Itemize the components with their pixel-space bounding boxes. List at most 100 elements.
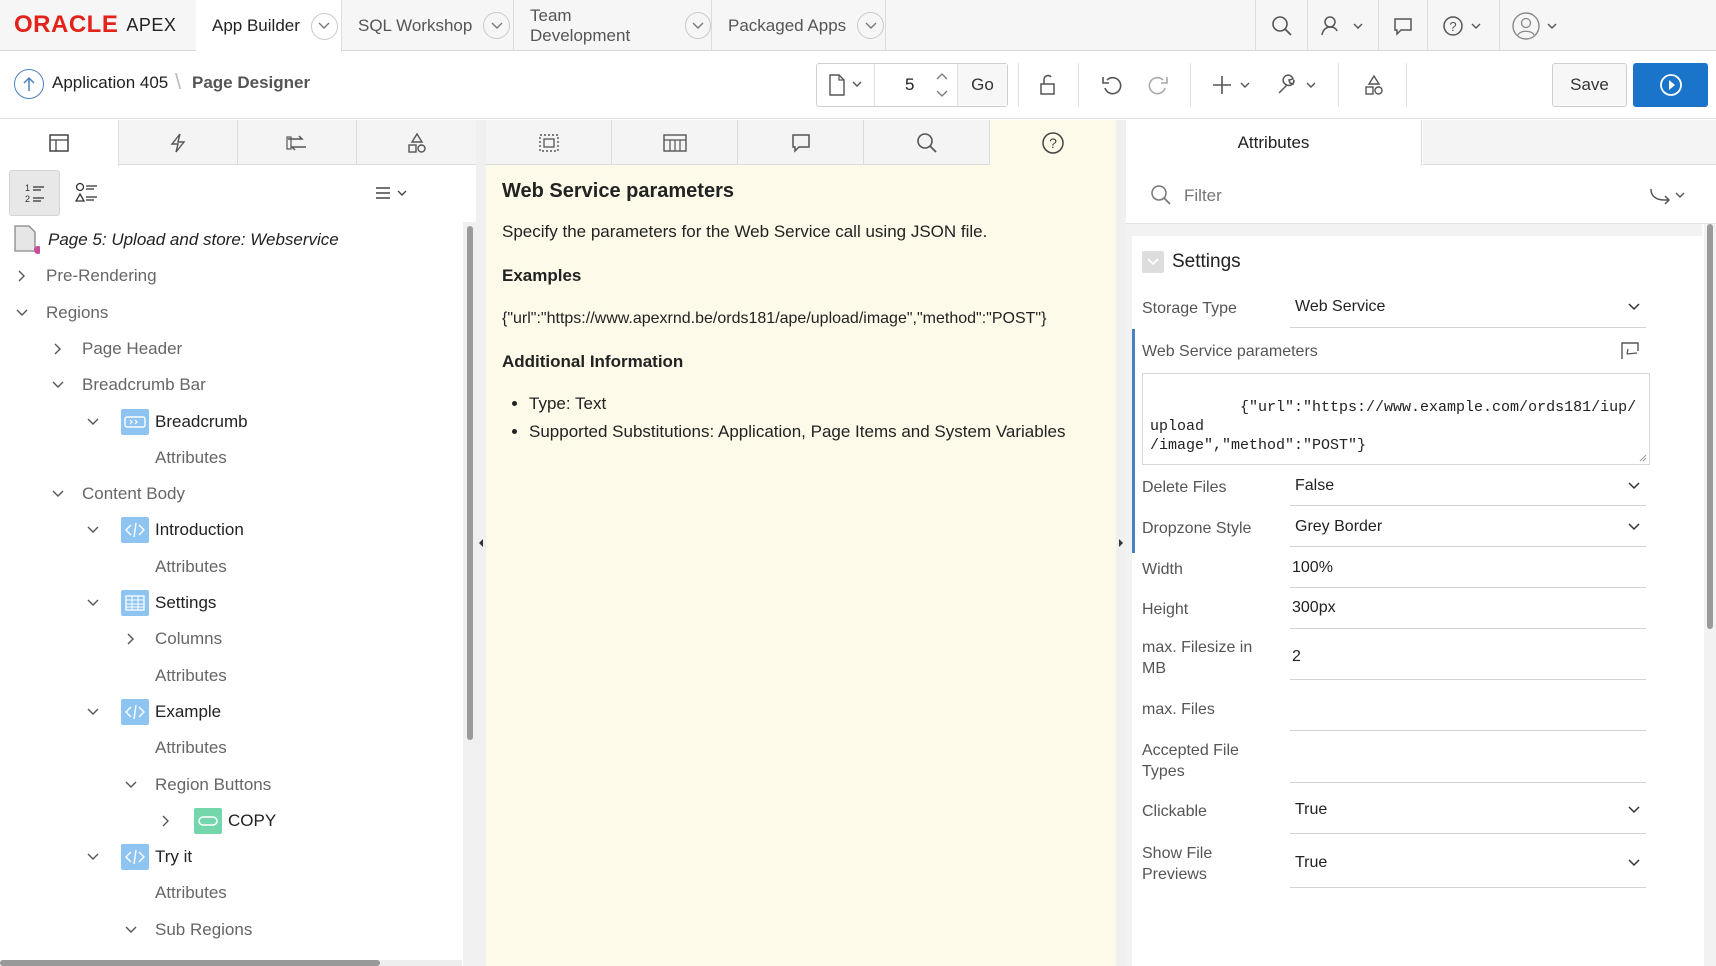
prop-height: Height 300px (1132, 588, 1702, 629)
tree-node[interactable]: Region Buttons (0, 767, 462, 803)
tree-node[interactable]: Sub Regions (0, 912, 462, 948)
chevron-down-icon[interactable] (857, 12, 885, 39)
expand-editor-icon[interactable] (1620, 341, 1640, 361)
prop-label: Accepted File Types (1142, 742, 1239, 780)
max-files-input[interactable] (1290, 680, 1646, 731)
tree-vertical-scrollbar[interactable] (463, 222, 476, 966)
view-component-button[interactable] (64, 170, 110, 216)
tab-processing[interactable] (238, 120, 357, 165)
chevron-right-icon[interactable] (158, 813, 174, 829)
nav-tab-packaged-apps[interactable]: Packaged Apps (712, 0, 886, 51)
nav-tab-app-builder[interactable]: App Builder (196, 0, 342, 52)
lock-icon[interactable] (1028, 63, 1068, 107)
chevron-down-icon[interactable] (310, 12, 338, 40)
chevron-down-icon[interactable] (85, 595, 101, 611)
view-tree-button[interactable]: 12 (9, 170, 60, 216)
tree-node[interactable]: Page Header (0, 331, 462, 367)
tree-node[interactable]: Introduction (0, 512, 462, 548)
tree-node[interactable]: Pre-Rendering (0, 258, 462, 294)
tree-node[interactable]: Example (0, 694, 462, 730)
page-number-input[interactable]: 5 (905, 75, 914, 95)
shared-components-icon[interactable] (1354, 63, 1394, 107)
chevron-down-icon[interactable] (123, 777, 139, 793)
chevron-down-icon[interactable] (85, 704, 101, 720)
settings-group: Settings Storage Type Web Service Web Se… (1132, 236, 1702, 966)
back-to-application-icon[interactable] (14, 69, 44, 99)
delete-files-select[interactable]: False (1290, 465, 1646, 506)
tree-node[interactable]: Attributes (0, 730, 462, 766)
tree-node[interactable]: Attributes (0, 658, 462, 694)
tree-node[interactable]: Settings (0, 585, 462, 621)
user-menu-icon[interactable] (1307, 0, 1378, 51)
tab-layout[interactable] (486, 120, 612, 165)
web-service-parameters-textarea[interactable]: {"url":"https://www.example.com/ords181/… (1142, 373, 1650, 465)
show-file-previews-select[interactable]: True (1290, 834, 1646, 888)
tree-menu-button[interactable] (368, 170, 418, 216)
tab-messages[interactable] (738, 120, 864, 165)
nav-tab-team-development[interactable]: Team Development (514, 0, 712, 51)
clickable-select[interactable]: True (1290, 783, 1646, 834)
max-filesize-input[interactable]: 2 (1290, 629, 1646, 680)
tree-node[interactable]: Attributes (0, 875, 462, 911)
utilities-wrench-icon[interactable] (1270, 63, 1326, 107)
left-splitter[interactable] (476, 120, 486, 966)
dropzone-style-select[interactable]: Grey Border (1290, 506, 1646, 547)
tree-node[interactable]: Regions (0, 295, 462, 331)
tab-attributes[interactable]: Attributes (1126, 120, 1422, 166)
page-menu-button[interactable] (817, 64, 875, 106)
chevron-down-icon[interactable] (50, 377, 66, 393)
chevron-down-icon[interactable] (85, 414, 101, 430)
tree-node[interactable]: Breadcrumb (0, 404, 462, 440)
chevron-down-icon[interactable] (483, 12, 511, 39)
search-icon[interactable] (1255, 0, 1307, 51)
tree-page-node[interactable]: Page 5: Upload and store: Webservice (0, 222, 462, 258)
tab-search[interactable] (864, 120, 990, 165)
chevron-down-icon[interactable] (50, 486, 66, 502)
oracle-apex-logo[interactable]: ORACLE APEX (14, 11, 176, 38)
tab-dynamic-actions[interactable] (119, 120, 238, 165)
resize-handle-icon[interactable] (1639, 454, 1647, 462)
right-splitter[interactable] (1116, 120, 1126, 966)
chevron-right-icon[interactable] (14, 268, 30, 284)
chevron-down-icon[interactable] (14, 305, 30, 321)
chevron-down-icon[interactable] (123, 922, 139, 938)
tree-node[interactable]: Columns (0, 621, 462, 657)
tab-rendering[interactable] (0, 120, 119, 166)
chevron-down-icon[interactable] (85, 522, 101, 538)
tree-horizontal-scrollbar[interactable] (0, 960, 462, 966)
tab-help[interactable]: ? (990, 120, 1116, 166)
create-menu-icon[interactable] (1206, 63, 1260, 107)
redo-icon[interactable] (1138, 63, 1178, 107)
chevron-right-icon[interactable] (123, 631, 139, 647)
tree-node[interactable]: Content Body (0, 476, 462, 512)
tree-node[interactable]: Try it (0, 839, 462, 875)
page-number-stepper[interactable] (927, 64, 957, 106)
account-icon[interactable] (1499, 0, 1716, 51)
undo-icon[interactable] (1092, 63, 1132, 107)
chevron-down-icon[interactable] (684, 12, 711, 39)
height-input[interactable]: 300px (1290, 588, 1646, 629)
go-to-group-icon[interactable] (1648, 184, 1692, 206)
filter-input[interactable] (1184, 186, 1484, 206)
nav-tab-sql-workshop[interactable]: SQL Workshop (342, 0, 514, 51)
tree-node[interactable]: Attributes (0, 549, 462, 585)
accepted-file-types-input[interactable] (1290, 731, 1646, 783)
tab-shared-components[interactable] (357, 120, 476, 165)
run-page-button[interactable] (1633, 63, 1708, 107)
tree-node[interactable]: Breadcrumb Bar (0, 367, 462, 403)
tab-component-view[interactable] (612, 120, 738, 165)
settings-group-header[interactable]: Settings (1142, 251, 1241, 273)
tree-node[interactable]: Attributes (0, 440, 462, 476)
width-input[interactable]: 100% (1290, 547, 1646, 588)
chevron-right-icon[interactable] (50, 341, 66, 357)
save-button[interactable]: Save (1552, 63, 1627, 107)
go-button[interactable]: Go (957, 64, 1007, 106)
chat-icon[interactable] (1378, 0, 1427, 51)
help-icon[interactable]: ? (1427, 0, 1499, 51)
tree-node[interactable]: COPY (0, 803, 462, 839)
prop-label: Storage Type (1142, 300, 1237, 317)
breadcrumb-application[interactable]: Application 405 (52, 73, 168, 93)
storage-type-select[interactable]: Web Service (1290, 288, 1646, 328)
chevron-down-icon[interactable] (85, 849, 101, 865)
property-vertical-scrollbar[interactable] (1704, 224, 1716, 966)
